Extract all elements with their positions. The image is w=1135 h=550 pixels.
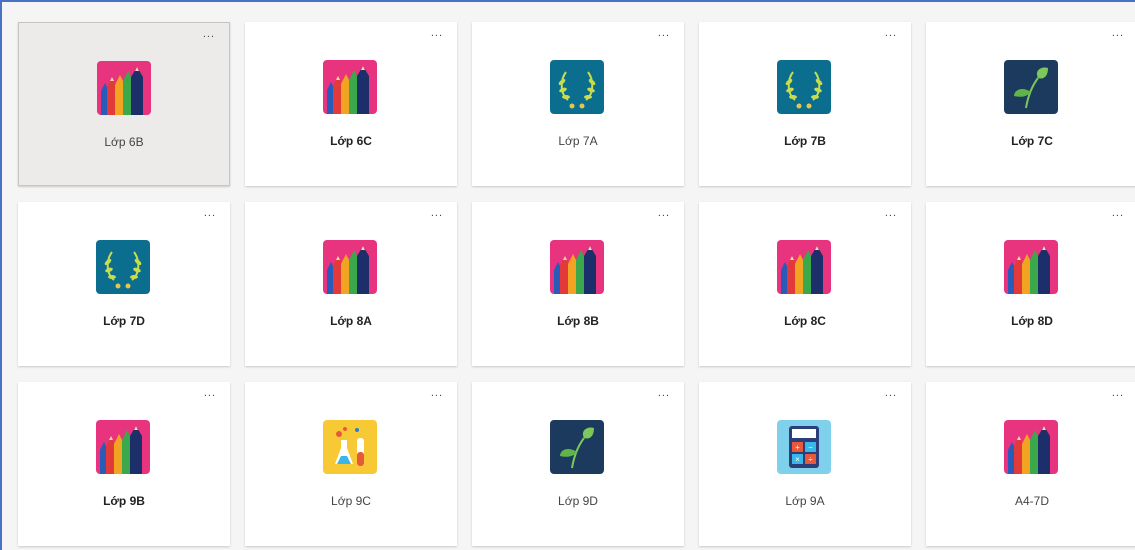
svg-text:×: × [795,455,800,464]
team-name: Lớp 7B [784,134,826,148]
team-card[interactable]: ... Lớp 6C [245,22,457,186]
leaf-icon [550,420,604,474]
more-options-button[interactable]: ... [658,28,670,39]
laurel-icon [777,60,831,114]
team-card[interactable]: ... Lớp 7B [699,22,911,186]
more-options-button[interactable]: ... [885,208,897,219]
team-card[interactable]: ... Lớp 8C [699,202,911,366]
team-name: Lớp 6C [330,134,372,148]
leaf-icon [1004,60,1058,114]
team-name: Lớp 9A [785,494,825,508]
team-name: Lớp 8C [784,314,826,328]
more-options-button[interactable]: ... [431,208,443,219]
team-name: Lớp 7A [558,134,598,148]
flask-icon [323,420,377,474]
pencils-icon [96,420,150,474]
svg-text:−: − [808,443,813,452]
more-options-button[interactable]: ... [204,388,216,399]
team-card[interactable]: ... Lớp 7C [926,22,1135,186]
calculator-icon: + − × ÷ [777,420,831,474]
team-card[interactable]: ... Lớp 8D [926,202,1135,366]
team-name: Lớp 9C [331,494,371,508]
svg-text:+: + [795,443,800,452]
team-card[interactable]: ... + − × ÷ Lớp 9A [699,382,911,546]
team-card[interactable]: ... Lớp 9D [472,382,684,546]
svg-text:÷: ÷ [808,455,813,464]
team-name: Lớp 8A [330,314,372,328]
pencils-icon [1004,240,1058,294]
team-card[interactable]: ... Lớp 9B [18,382,230,546]
team-card[interactable]: ... Lớp 6B [18,22,230,186]
team-card[interactable]: ... Lớp 7D [18,202,230,366]
team-name: Lớp 8D [1011,314,1053,328]
more-options-button[interactable]: ... [204,208,216,219]
pencils-icon [550,240,604,294]
pencils-icon [97,61,151,115]
more-options-button[interactable]: ... [431,28,443,39]
laurel-icon [96,240,150,294]
pencils-icon [323,60,377,114]
more-options-button[interactable]: ... [885,28,897,39]
more-options-button[interactable]: ... [1112,28,1124,39]
more-options-button[interactable]: ... [203,29,215,40]
team-name: Lớp 8B [557,314,599,328]
team-card[interactable]: ... Lớp 9C [245,382,457,546]
team-name: Lớp 9B [103,494,145,508]
more-options-button[interactable]: ... [658,388,670,399]
more-options-button[interactable]: ... [658,208,670,219]
pencils-icon [1004,420,1058,474]
more-options-button[interactable]: ... [885,388,897,399]
team-name: Lớp 9D [558,494,598,508]
pencils-icon [323,240,377,294]
team-name: A4-7D [1014,494,1049,508]
team-card[interactable]: ... Lớp 8A [245,202,457,366]
more-options-button[interactable]: ... [431,388,443,399]
more-options-button[interactable]: ... [1112,388,1124,399]
team-card[interactable]: ... A4-7D [926,382,1135,546]
laurel-icon [550,60,604,114]
team-name: Lớp 6B [104,135,144,149]
pencils-icon [777,240,831,294]
more-options-button[interactable]: ... [1112,208,1124,219]
team-name: Lớp 7C [1011,134,1053,148]
team-card[interactable]: ... Lớp 7A [472,22,684,186]
team-name: Lớp 7D [103,314,145,328]
team-card[interactable]: ... Lớp 8B [472,202,684,366]
